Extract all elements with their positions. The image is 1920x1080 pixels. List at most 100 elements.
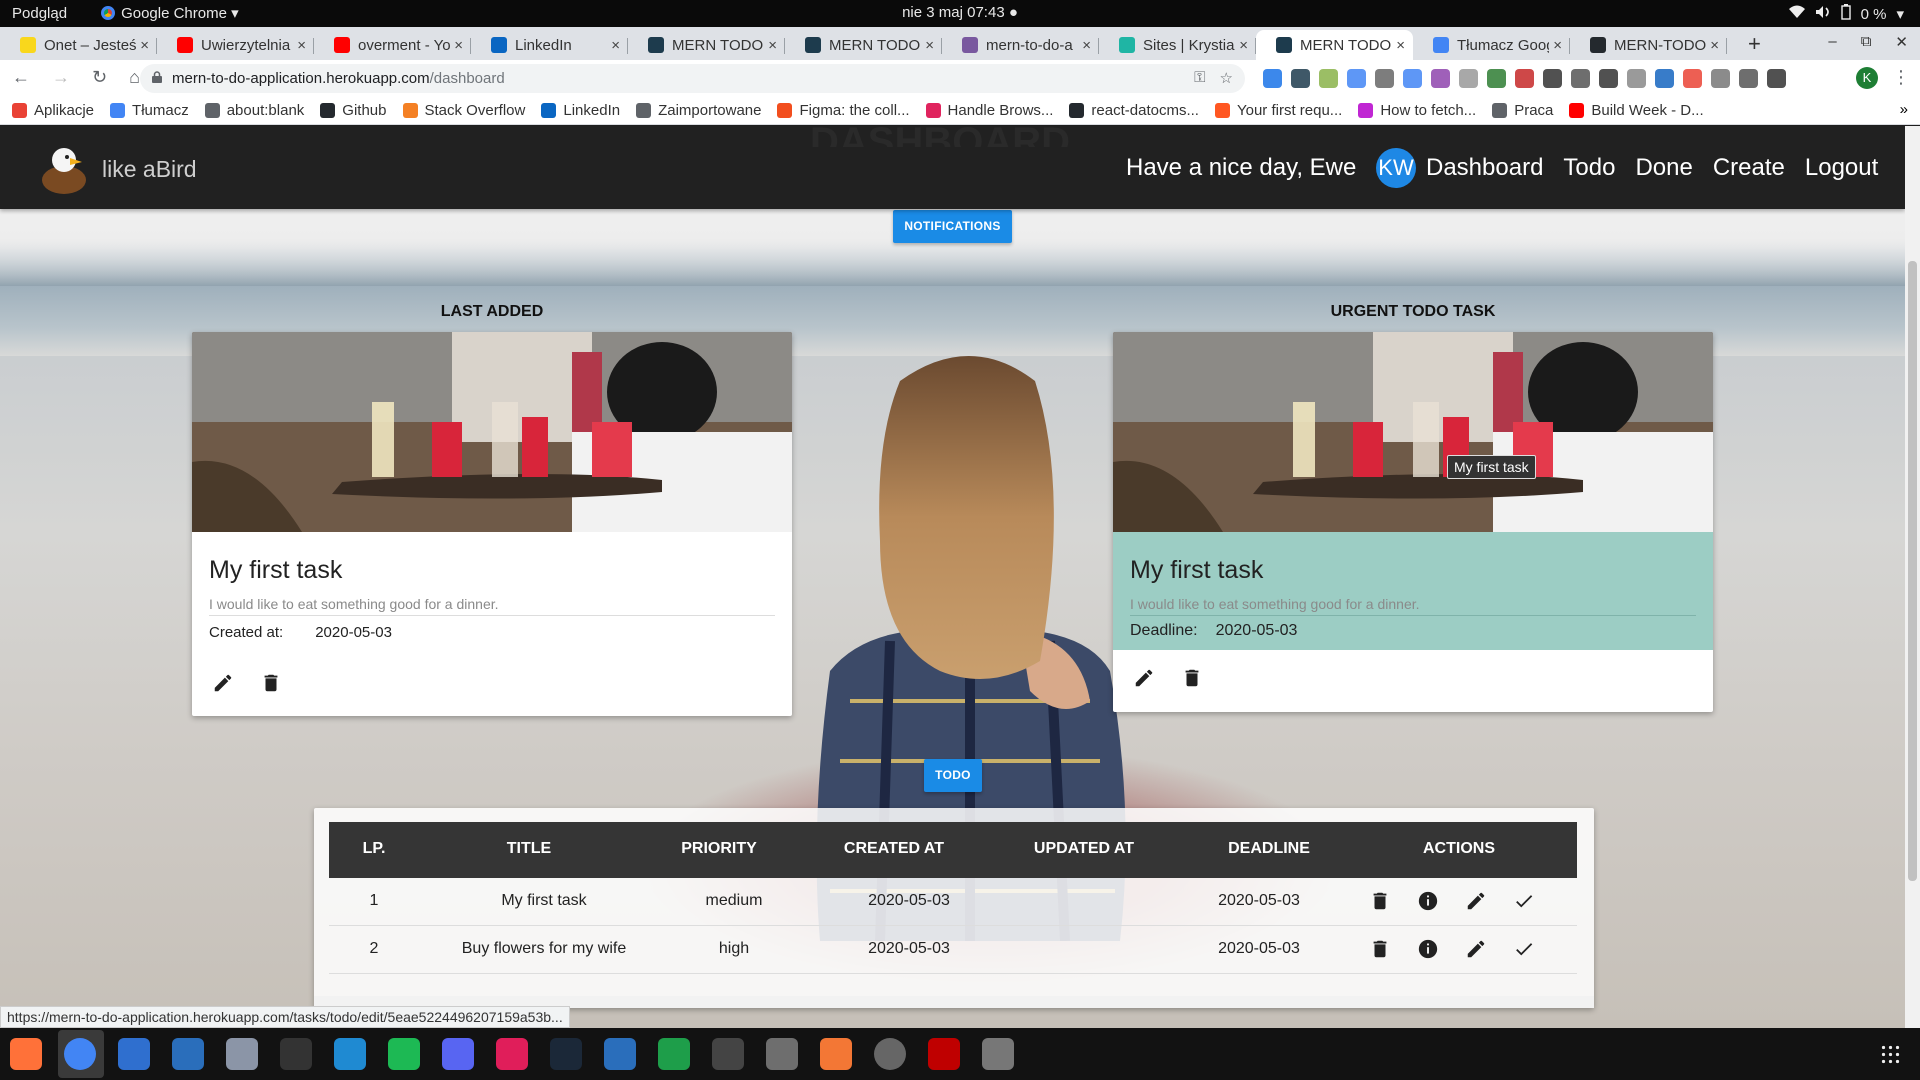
show-apps-icon[interactable] bbox=[1880, 1044, 1900, 1064]
column-header-created[interactable]: CREATED AT bbox=[799, 840, 989, 858]
minimize-button[interactable]: – bbox=[1828, 33, 1836, 51]
extension-icon[interactable] bbox=[1739, 69, 1758, 88]
delete-icon[interactable] bbox=[1369, 938, 1391, 960]
tab-close-icon[interactable]: × bbox=[297, 37, 306, 54]
extension-icon[interactable] bbox=[1599, 69, 1618, 88]
docs-icon[interactable] bbox=[604, 1038, 636, 1070]
nav-todo-link[interactable]: Todo bbox=[1563, 154, 1615, 182]
extension-icon[interactable] bbox=[1627, 69, 1646, 88]
close-window-button[interactable]: ✕ bbox=[1895, 33, 1908, 51]
tab-close-icon[interactable]: × bbox=[1396, 37, 1405, 54]
notifications-button[interactable]: NOTIFICATIONS bbox=[893, 210, 1012, 243]
reload-icon[interactable]: ↻ bbox=[92, 67, 107, 88]
profile-avatar[interactable]: K bbox=[1856, 67, 1878, 89]
thunderbird-icon[interactable] bbox=[118, 1038, 150, 1070]
steam-icon[interactable] bbox=[550, 1038, 582, 1070]
column-header-priority[interactable]: PRIORITY bbox=[639, 840, 799, 858]
browser-tab[interactable]: Uwierzytelnia × bbox=[157, 30, 314, 60]
bookmark-item[interactable]: Github bbox=[320, 102, 387, 119]
vscode-icon[interactable] bbox=[334, 1038, 366, 1070]
bookmark-item[interactable]: Figma: the coll... bbox=[777, 102, 910, 119]
info-icon[interactable] bbox=[1417, 938, 1439, 960]
edit-icon[interactable] bbox=[1465, 890, 1487, 912]
calc-icon[interactable] bbox=[658, 1038, 690, 1070]
nav-done-link[interactable]: Done bbox=[1635, 154, 1692, 182]
column-header-title[interactable]: TITLE bbox=[419, 840, 639, 858]
extension-icon[interactable] bbox=[1291, 69, 1310, 88]
bookmark-item[interactable]: about:blank bbox=[204, 102, 304, 119]
scroll-thumb[interactable] bbox=[1908, 261, 1917, 881]
extension-icon[interactable] bbox=[1263, 69, 1282, 88]
chrome-icon[interactable] bbox=[64, 1038, 96, 1070]
bookmark-item[interactable]: How to fetch... bbox=[1358, 102, 1476, 119]
tab-close-icon[interactable]: × bbox=[454, 37, 463, 54]
spotify-icon[interactable] bbox=[388, 1038, 420, 1070]
browser-tab[interactable]: MERN-TODO × bbox=[1570, 30, 1727, 60]
nav-create-link[interactable]: Create bbox=[1713, 154, 1785, 182]
home-icon[interactable]: ⌂ bbox=[129, 67, 140, 88]
brand-name[interactable]: like aBird bbox=[102, 156, 197, 183]
discord-icon[interactable] bbox=[442, 1038, 474, 1070]
bookmark-item[interactable]: Aplikacje bbox=[12, 102, 94, 119]
todo-button[interactable]: TODO bbox=[924, 759, 982, 792]
extension-icon[interactable] bbox=[1403, 69, 1422, 88]
browser-tab[interactable]: LinkedIn × bbox=[471, 30, 628, 60]
appcenter-icon[interactable] bbox=[820, 1038, 852, 1070]
browser-tab[interactable]: Onet – Jesteś × bbox=[0, 30, 157, 60]
bookmark-star-icon[interactable]: ☆ bbox=[1220, 69, 1233, 87]
browser-tab[interactable]: overment - Yo × bbox=[314, 30, 471, 60]
delete-icon[interactable] bbox=[1369, 890, 1391, 912]
bookmark-item[interactable]: Tłumacz bbox=[110, 102, 189, 119]
inkscape-icon[interactable] bbox=[712, 1038, 744, 1070]
clock[interactable]: nie 3 maj 07:43 ● bbox=[0, 4, 1920, 21]
user-avatar[interactable]: KW bbox=[1376, 148, 1416, 188]
info-icon[interactable] bbox=[1417, 890, 1439, 912]
usb-icon[interactable] bbox=[982, 1038, 1014, 1070]
check-icon[interactable] bbox=[1513, 890, 1535, 912]
delete-icon[interactable] bbox=[260, 672, 282, 694]
eagle-logo-icon[interactable] bbox=[36, 140, 92, 196]
browser-tab[interactable]: mern-to-do-a × bbox=[942, 30, 1099, 60]
bookmark-item[interactable]: Zaimportowane bbox=[636, 102, 761, 119]
forward-icon[interactable]: → bbox=[52, 67, 70, 88]
back-icon[interactable]: ← bbox=[12, 67, 30, 88]
browser-tab[interactable]: MERN TODO × bbox=[628, 30, 785, 60]
new-tab-button[interactable]: + bbox=[1748, 31, 1761, 57]
browser-tab[interactable]: MERN TODO × bbox=[785, 30, 942, 60]
nav-dashboard-link[interactable]: Dashboard bbox=[1426, 154, 1543, 182]
tab-close-icon[interactable]: × bbox=[925, 37, 934, 54]
software-icon[interactable] bbox=[226, 1038, 258, 1070]
bookmark-item[interactable]: Stack Overflow bbox=[402, 102, 525, 119]
column-header-updated[interactable]: UPDATED AT bbox=[989, 840, 1179, 858]
bookmark-item[interactable]: Build Week - D... bbox=[1569, 102, 1704, 119]
check-icon[interactable] bbox=[1513, 938, 1535, 960]
tab-close-icon[interactable]: × bbox=[1710, 37, 1719, 54]
firefox-icon[interactable] bbox=[10, 1038, 42, 1070]
extension-icon[interactable] bbox=[1459, 69, 1478, 88]
edit-icon[interactable] bbox=[1133, 667, 1155, 689]
browser-tab[interactable]: MERN TODO × bbox=[1256, 30, 1413, 60]
terminal-icon[interactable] bbox=[280, 1038, 312, 1070]
extension-icon[interactable] bbox=[1431, 69, 1450, 88]
edit-icon[interactable] bbox=[212, 672, 234, 694]
extension-icon[interactable] bbox=[1655, 69, 1674, 88]
browser-tab[interactable]: Sites | Krystia × bbox=[1099, 30, 1256, 60]
bookmark-item[interactable]: Handle Brows... bbox=[925, 102, 1053, 119]
extension-icon[interactable] bbox=[1375, 69, 1394, 88]
extension-icon[interactable] bbox=[1347, 69, 1366, 88]
bookmark-item[interactable]: react-datocms... bbox=[1069, 102, 1199, 119]
maximize-button[interactable]: ⧉ bbox=[1861, 33, 1872, 51]
tab-close-icon[interactable]: × bbox=[611, 37, 620, 54]
nav-logout-link[interactable]: Logout bbox=[1805, 154, 1878, 182]
tab-close-icon[interactable]: × bbox=[1553, 37, 1562, 54]
extension-icon[interactable] bbox=[1571, 69, 1590, 88]
extension-icon[interactable] bbox=[1543, 69, 1562, 88]
extension-icon[interactable] bbox=[1487, 69, 1506, 88]
gimp-icon[interactable] bbox=[766, 1038, 798, 1070]
bookmark-item[interactable]: Your first requ... bbox=[1214, 102, 1342, 119]
filezilla-icon[interactable] bbox=[928, 1038, 960, 1070]
bookmark-item[interactable]: Praca bbox=[1492, 102, 1553, 119]
browser-tab[interactable]: Tłumacz Goog × bbox=[1413, 30, 1570, 60]
slack-icon[interactable] bbox=[496, 1038, 528, 1070]
extension-icon[interactable] bbox=[1319, 69, 1338, 88]
